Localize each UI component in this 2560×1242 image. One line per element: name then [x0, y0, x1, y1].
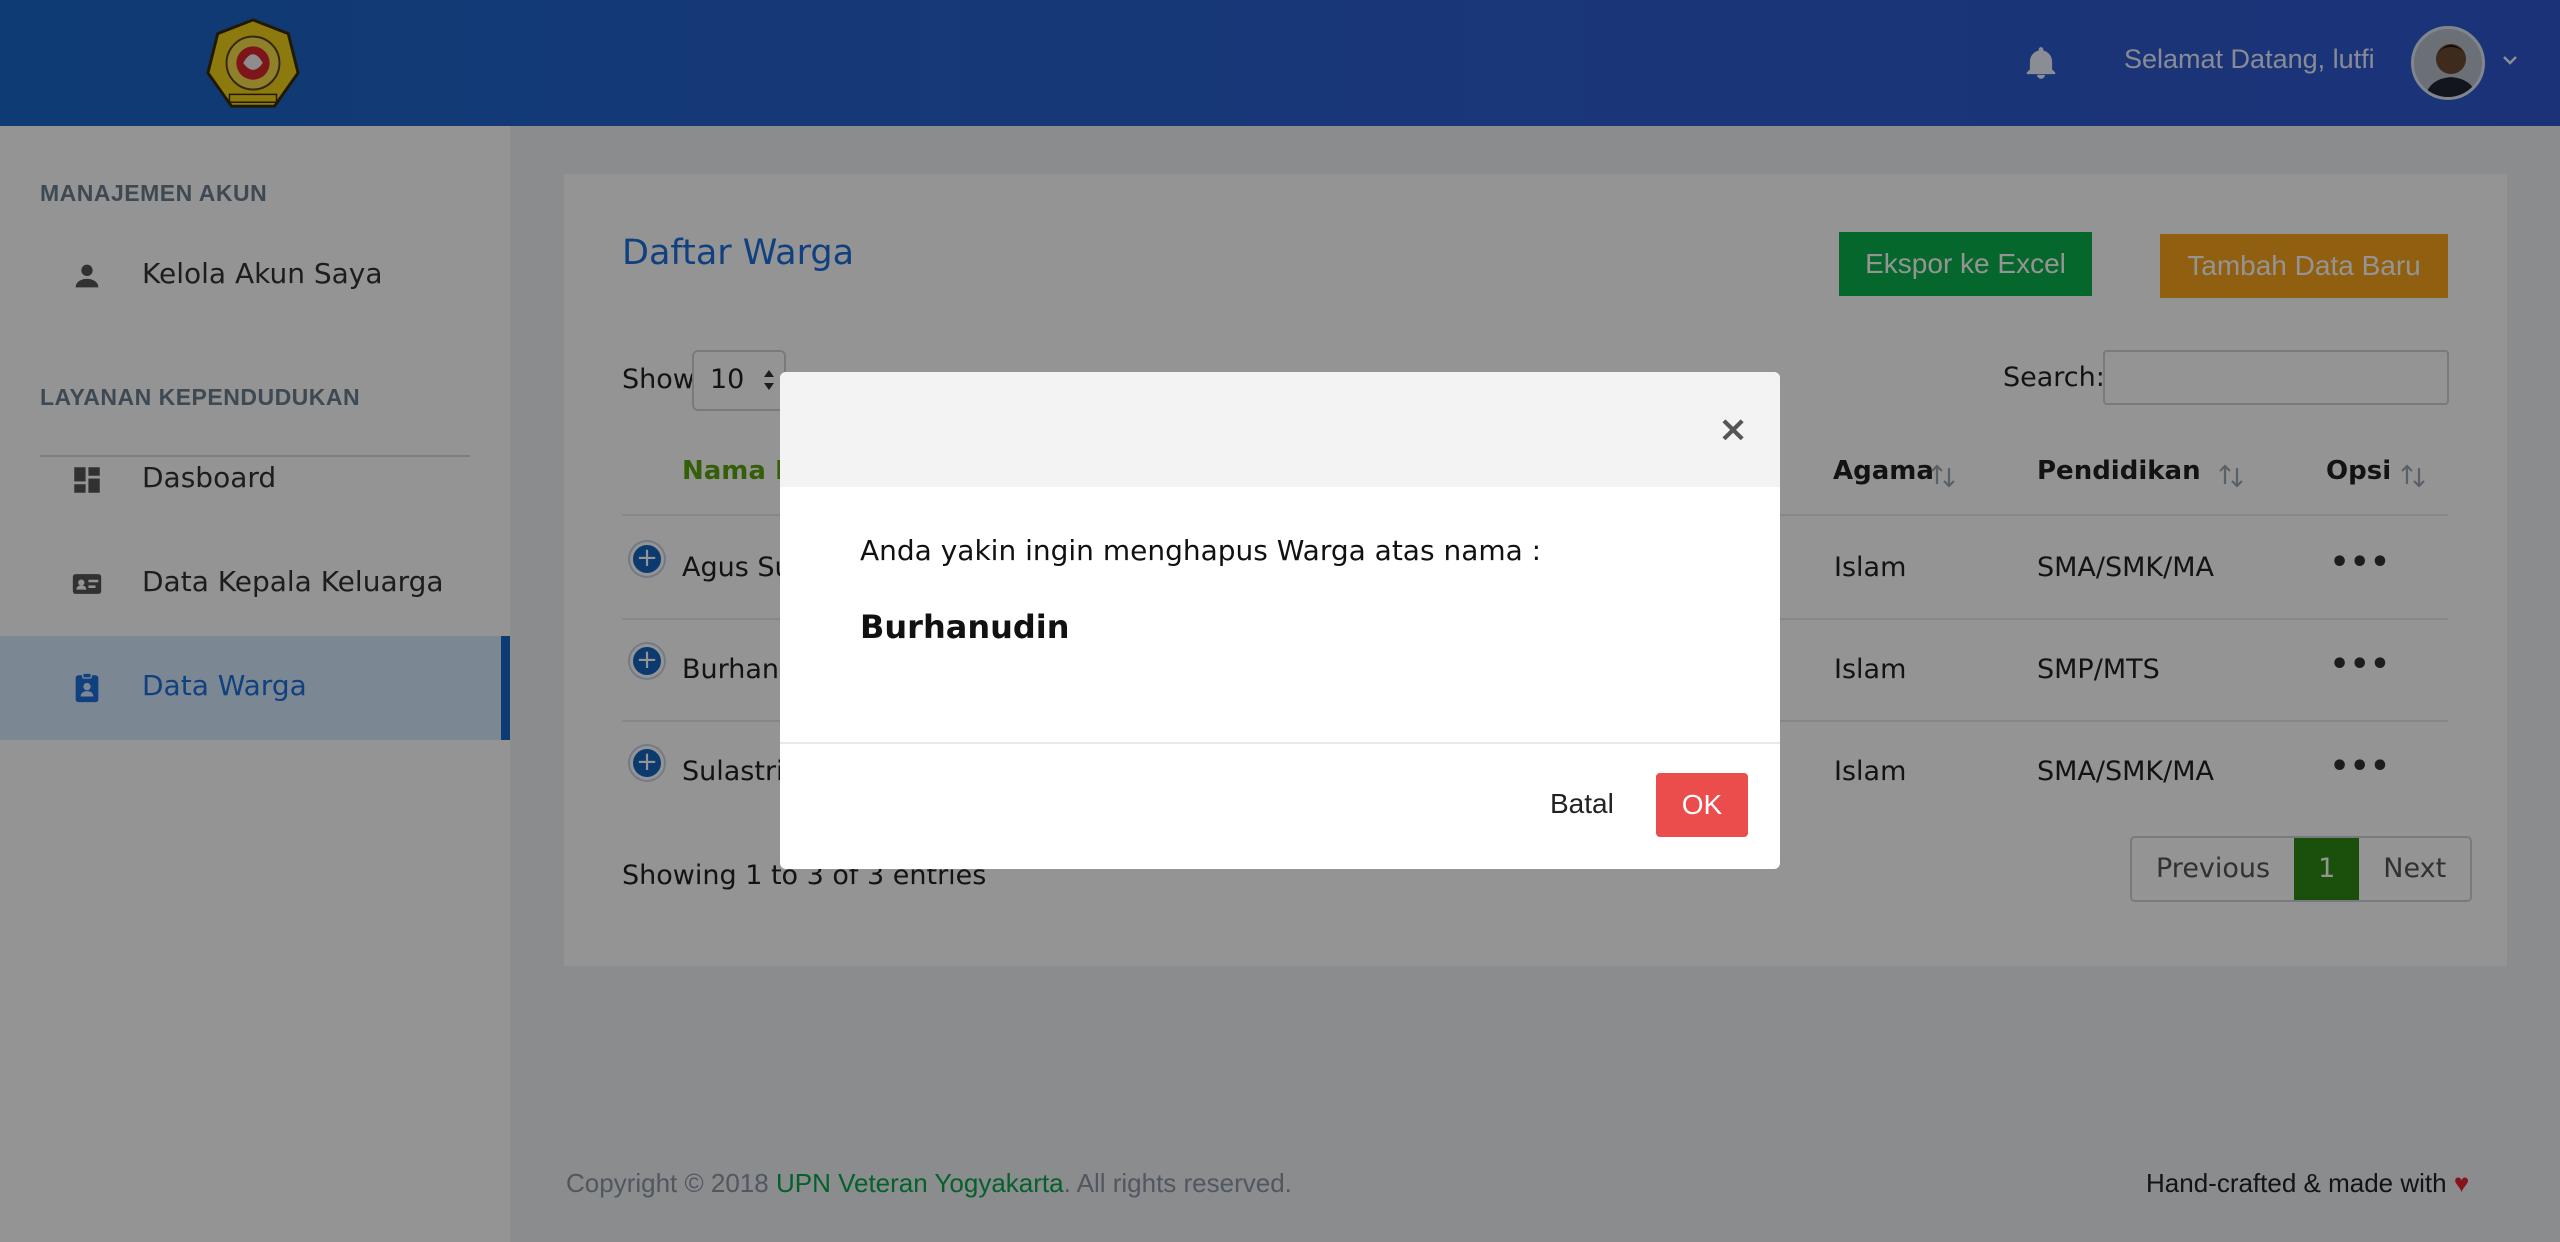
close-icon[interactable]: × [1718, 409, 1748, 450]
modal-header [780, 372, 1780, 487]
modal-target-name: Burhanudin [860, 608, 1070, 646]
delete-confirm-modal: × Anda yakin ingin menghapus Warga atas … [780, 372, 1780, 869]
ok-button[interactable]: OK [1656, 773, 1748, 837]
cancel-button[interactable]: Batal [1550, 788, 1614, 820]
modal-divider [780, 742, 1780, 744]
modal-message: Anda yakin ingin menghapus Warga atas na… [860, 534, 1542, 567]
